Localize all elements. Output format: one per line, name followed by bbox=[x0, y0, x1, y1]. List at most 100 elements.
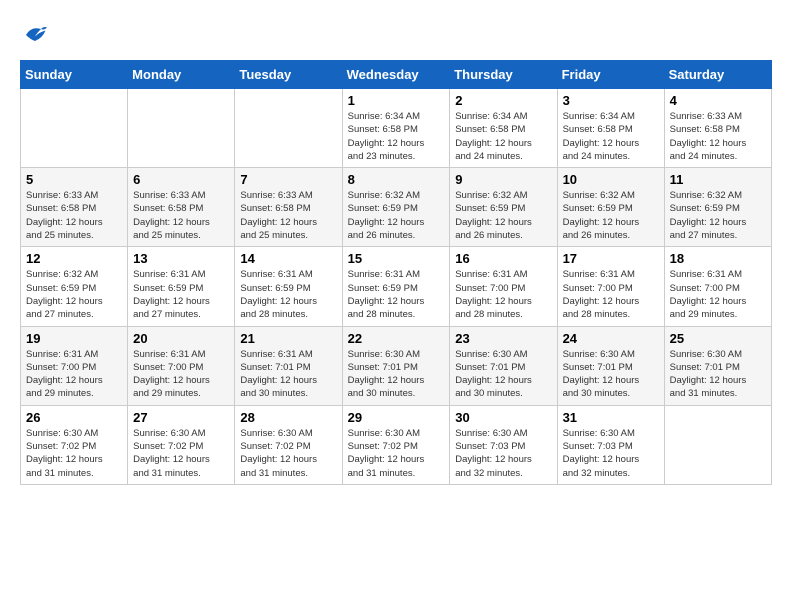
day-number: 25 bbox=[670, 331, 766, 346]
day-number: 10 bbox=[563, 172, 659, 187]
day-info: Sunrise: 6:30 AM Sunset: 7:02 PM Dayligh… bbox=[133, 427, 229, 480]
day-number: 18 bbox=[670, 251, 766, 266]
day-info: Sunrise: 6:30 AM Sunset: 7:03 PM Dayligh… bbox=[563, 427, 659, 480]
calendar-cell: 30 Sunrise: 6:30 AM Sunset: 7:03 PM Dayli… bbox=[450, 405, 557, 484]
weekday-header: Sunday bbox=[21, 61, 128, 89]
calendar-cell bbox=[235, 89, 342, 168]
calendar-cell: 15 Sunrise: 6:31 AM Sunset: 6:59 PM Dayli… bbox=[342, 247, 450, 326]
calendar-cell: 19 Sunrise: 6:31 AM Sunset: 7:00 PM Dayli… bbox=[21, 326, 128, 405]
calendar-cell: 7 Sunrise: 6:33 AM Sunset: 6:58 PM Daylig… bbox=[235, 168, 342, 247]
day-number: 4 bbox=[670, 93, 766, 108]
day-number: 3 bbox=[563, 93, 659, 108]
day-info: Sunrise: 6:34 AM Sunset: 6:58 PM Dayligh… bbox=[455, 110, 551, 163]
calendar-cell: 22 Sunrise: 6:30 AM Sunset: 7:01 PM Dayli… bbox=[342, 326, 450, 405]
calendar-cell: 18 Sunrise: 6:31 AM Sunset: 7:00 PM Dayli… bbox=[664, 247, 771, 326]
calendar-cell: 11 Sunrise: 6:32 AM Sunset: 6:59 PM Dayli… bbox=[664, 168, 771, 247]
calendar-cell: 23Sunrise: 6:30 AM Sunset: 7:01 PM Dayli… bbox=[450, 326, 557, 405]
calendar-cell bbox=[128, 89, 235, 168]
day-number: 31 bbox=[563, 410, 659, 425]
day-number: 9 bbox=[455, 172, 551, 187]
calendar-cell: 6 Sunrise: 6:33 AM Sunset: 6:58 PM Daylig… bbox=[128, 168, 235, 247]
day-info: Sunrise: 6:33 AM Sunset: 6:58 PM Dayligh… bbox=[670, 110, 766, 163]
day-number: 23 bbox=[455, 331, 551, 346]
calendar-cell: 17Sunrise: 6:31 AM Sunset: 7:00 PM Dayli… bbox=[557, 247, 664, 326]
day-number: 28 bbox=[240, 410, 336, 425]
weekday-header: Thursday bbox=[450, 61, 557, 89]
calendar-cell: 29Sunrise: 6:30 AM Sunset: 7:02 PM Dayli… bbox=[342, 405, 450, 484]
day-info: Sunrise: 6:32 AM Sunset: 6:59 PM Dayligh… bbox=[455, 189, 551, 242]
calendar-cell: 10Sunrise: 6:32 AM Sunset: 6:59 PM Dayli… bbox=[557, 168, 664, 247]
day-number: 30 bbox=[455, 410, 551, 425]
day-info: Sunrise: 6:31 AM Sunset: 7:00 PM Dayligh… bbox=[26, 348, 122, 401]
day-number: 8 bbox=[348, 172, 445, 187]
day-number: 20 bbox=[133, 331, 229, 346]
day-info: Sunrise: 6:34 AM Sunset: 6:58 PM Dayligh… bbox=[563, 110, 659, 163]
day-info: Sunrise: 6:31 AM Sunset: 7:00 PM Dayligh… bbox=[670, 268, 766, 321]
day-info: Sunrise: 6:31 AM Sunset: 6:59 PM Dayligh… bbox=[133, 268, 229, 321]
calendar-cell: 27 Sunrise: 6:30 AM Sunset: 7:02 PM Dayli… bbox=[128, 405, 235, 484]
calendar-cell: 25 Sunrise: 6:30 AM Sunset: 7:01 PM Dayli… bbox=[664, 326, 771, 405]
day-info: Sunrise: 6:30 AM Sunset: 7:01 PM Dayligh… bbox=[348, 348, 445, 401]
day-info: Sunrise: 6:33 AM Sunset: 6:58 PM Dayligh… bbox=[240, 189, 336, 242]
day-number: 11 bbox=[670, 172, 766, 187]
day-number: 14 bbox=[240, 251, 336, 266]
day-info: Sunrise: 6:33 AM Sunset: 6:58 PM Dayligh… bbox=[133, 189, 229, 242]
day-info: Sunrise: 6:31 AM Sunset: 7:00 PM Dayligh… bbox=[563, 268, 659, 321]
day-number: 27 bbox=[133, 410, 229, 425]
day-number: 6 bbox=[133, 172, 229, 187]
day-info: Sunrise: 6:31 AM Sunset: 6:59 PM Dayligh… bbox=[240, 268, 336, 321]
calendar-cell: 24 Sunrise: 6:30 AM Sunset: 7:01 PM Dayli… bbox=[557, 326, 664, 405]
calendar-week-row: 5 Sunrise: 6:33 AM Sunset: 6:58 PM Daylig… bbox=[21, 168, 772, 247]
calendar-cell: 12 Sunrise: 6:32 AM Sunset: 6:59 PM Dayli… bbox=[21, 247, 128, 326]
weekday-header: Tuesday bbox=[235, 61, 342, 89]
calendar-cell: 14 Sunrise: 6:31 AM Sunset: 6:59 PM Dayli… bbox=[235, 247, 342, 326]
day-info: Sunrise: 6:30 AM Sunset: 7:01 PM Dayligh… bbox=[670, 348, 766, 401]
day-info: Sunrise: 6:30 AM Sunset: 7:01 PM Dayligh… bbox=[563, 348, 659, 401]
day-number: 2 bbox=[455, 93, 551, 108]
calendar-cell: 20 Sunrise: 6:31 AM Sunset: 7:00 PM Dayli… bbox=[128, 326, 235, 405]
weekday-header: Saturday bbox=[664, 61, 771, 89]
day-number: 26 bbox=[26, 410, 122, 425]
day-info: Sunrise: 6:31 AM Sunset: 7:01 PM Dayligh… bbox=[240, 348, 336, 401]
day-number: 19 bbox=[26, 331, 122, 346]
calendar-cell: 26 Sunrise: 6:30 AM Sunset: 7:02 PM Dayli… bbox=[21, 405, 128, 484]
weekday-header: Wednesday bbox=[342, 61, 450, 89]
day-number: 15 bbox=[348, 251, 445, 266]
day-number: 22 bbox=[348, 331, 445, 346]
calendar-cell: 21 Sunrise: 6:31 AM Sunset: 7:01 PM Dayli… bbox=[235, 326, 342, 405]
calendar-cell: 3 Sunrise: 6:34 AM Sunset: 6:58 PM Daylig… bbox=[557, 89, 664, 168]
day-info: Sunrise: 6:31 AM Sunset: 7:00 PM Dayligh… bbox=[133, 348, 229, 401]
day-number: 29 bbox=[348, 410, 445, 425]
calendar-cell: 8 Sunrise: 6:32 AM Sunset: 6:59 PM Daylig… bbox=[342, 168, 450, 247]
calendar-week-row: 26 Sunrise: 6:30 AM Sunset: 7:02 PM Dayli… bbox=[21, 405, 772, 484]
logo-icon bbox=[20, 20, 50, 50]
day-info: Sunrise: 6:33 AM Sunset: 6:58 PM Dayligh… bbox=[26, 189, 122, 242]
calendar-cell: 28Sunrise: 6:30 AM Sunset: 7:02 PM Dayli… bbox=[235, 405, 342, 484]
calendar-table: SundayMondayTuesdayWednesdayThursdayFrid… bbox=[20, 60, 772, 485]
weekday-header: Monday bbox=[128, 61, 235, 89]
day-number: 1 bbox=[348, 93, 445, 108]
calendar-cell: 5 Sunrise: 6:33 AM Sunset: 6:58 PM Daylig… bbox=[21, 168, 128, 247]
day-number: 13 bbox=[133, 251, 229, 266]
day-info: Sunrise: 6:31 AM Sunset: 6:59 PM Dayligh… bbox=[348, 268, 445, 321]
day-info: Sunrise: 6:32 AM Sunset: 6:59 PM Dayligh… bbox=[348, 189, 445, 242]
page-header bbox=[20, 20, 772, 50]
day-number: 5 bbox=[26, 172, 122, 187]
logo bbox=[20, 20, 54, 50]
calendar-week-row: 12 Sunrise: 6:32 AM Sunset: 6:59 PM Dayli… bbox=[21, 247, 772, 326]
day-info: Sunrise: 6:32 AM Sunset: 6:59 PM Dayligh… bbox=[26, 268, 122, 321]
calendar-cell: 16Sunrise: 6:31 AM Sunset: 7:00 PM Dayli… bbox=[450, 247, 557, 326]
day-number: 7 bbox=[240, 172, 336, 187]
day-number: 24 bbox=[563, 331, 659, 346]
day-number: 16 bbox=[455, 251, 551, 266]
day-number: 12 bbox=[26, 251, 122, 266]
day-number: 21 bbox=[240, 331, 336, 346]
day-info: Sunrise: 6:30 AM Sunset: 7:03 PM Dayligh… bbox=[455, 427, 551, 480]
calendar-cell: 1Sunrise: 6:34 AM Sunset: 6:58 PM Daylig… bbox=[342, 89, 450, 168]
calendar-header-row: SundayMondayTuesdayWednesdayThursdayFrid… bbox=[21, 61, 772, 89]
calendar-week-row: 1 Sunrise: 6:34 AM Sunset: 6:58 PM Daylig… bbox=[21, 89, 772, 168]
calendar-cell bbox=[21, 89, 128, 168]
day-info: Sunrise: 6:30 AM Sunset: 7:02 PM Dayligh… bbox=[26, 427, 122, 480]
day-info: Sunrise: 6:32 AM Sunset: 6:59 PM Dayligh… bbox=[670, 189, 766, 242]
calendar-cell: 4 Sunrise: 6:33 AM Sunset: 6:58 PM Daylig… bbox=[664, 89, 771, 168]
